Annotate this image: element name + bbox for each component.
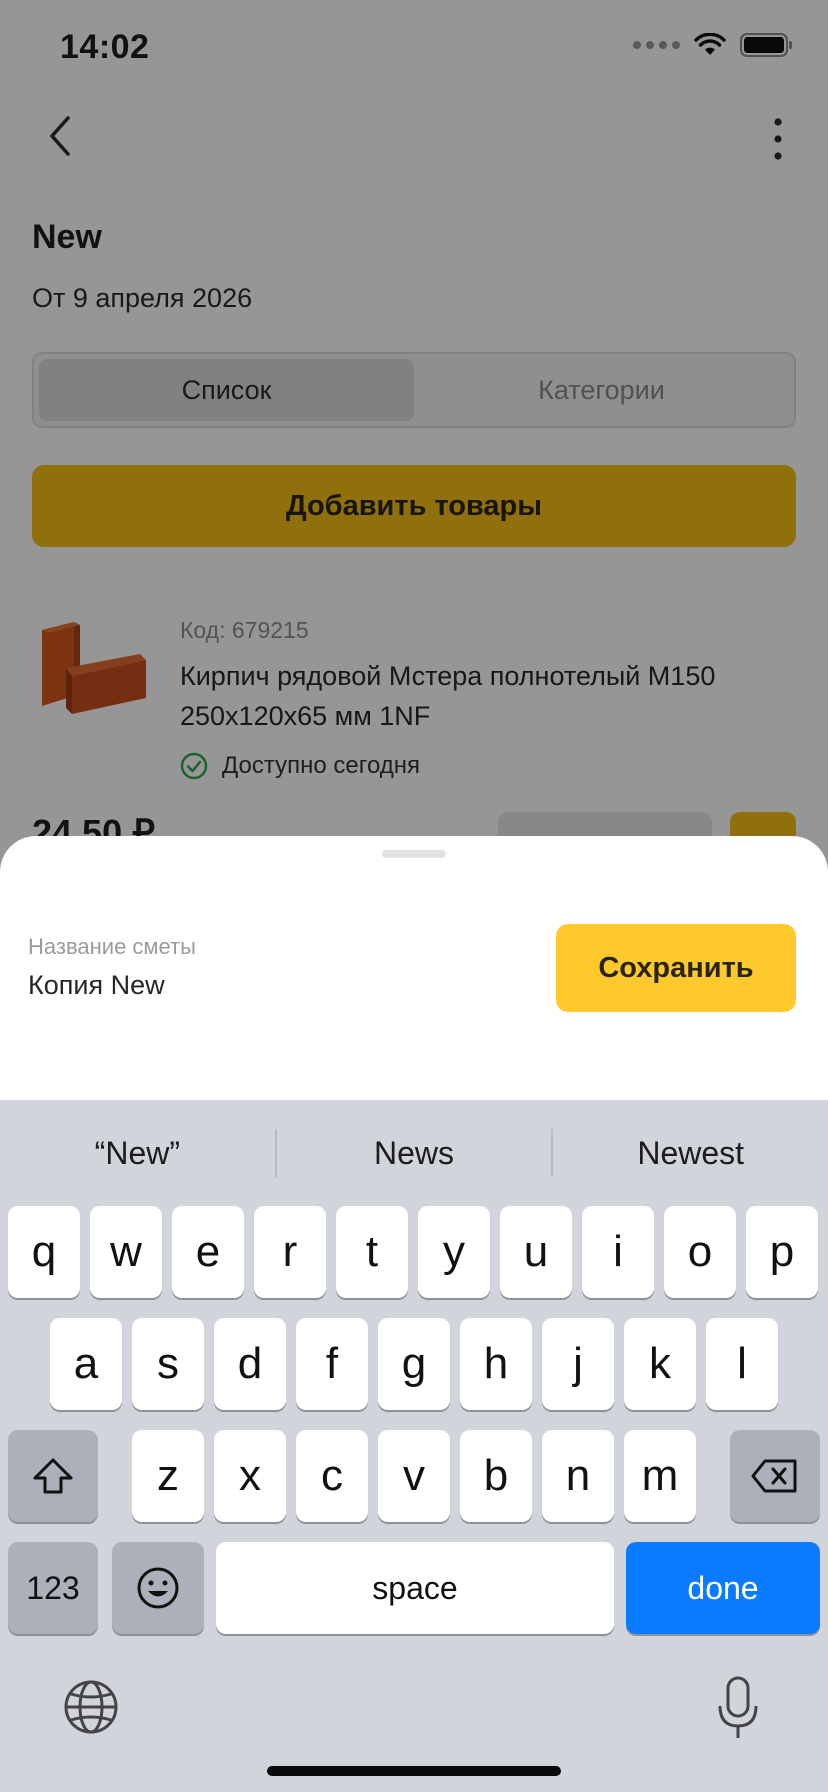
key-letter[interactable]: f [296,1318,368,1410]
key-letter[interactable]: m [624,1430,696,1522]
microphone-icon[interactable] [716,1676,760,1740]
key-letter[interactable]: i [582,1206,654,1298]
space-key[interactable]: space [216,1542,614,1634]
suggestion-bar: “New” News Newest [0,1100,828,1206]
key-letter[interactable]: d [214,1318,286,1410]
key-letter[interactable]: g [378,1318,450,1410]
key-letter[interactable]: n [542,1430,614,1522]
suggestion-item[interactable]: “New” [0,1135,275,1172]
key-letter[interactable]: c [296,1430,368,1522]
key-letter[interactable]: y [418,1206,490,1298]
key-letter[interactable]: v [378,1430,450,1522]
key-letter[interactable]: t [336,1206,408,1298]
key-letter[interactable]: z [132,1430,204,1522]
key-letter[interactable]: o [664,1206,736,1298]
estimate-name-input[interactable]: Копия New [28,970,165,1001]
ios-keyboard: “New” News Newest q w e r t y u i o p a … [0,1100,828,1792]
key-letter[interactable]: h [460,1318,532,1410]
key-letter[interactable]: p [746,1206,818,1298]
save-button[interactable]: Сохранить [556,924,796,1012]
shift-arrow-icon [33,1458,73,1494]
key-letter[interactable]: s [132,1318,204,1410]
key-letter[interactable]: k [624,1318,696,1410]
key-letter[interactable]: e [172,1206,244,1298]
home-indicator [267,1766,561,1776]
key-letter[interactable]: u [500,1206,572,1298]
key-letter[interactable]: j [542,1318,614,1410]
key-letter[interactable]: b [460,1430,532,1522]
estimate-name-label: Название сметы [28,934,196,959]
done-key[interactable]: done [626,1542,820,1634]
key-letter[interactable]: x [214,1430,286,1522]
emoji-icon [137,1567,179,1609]
backspace-key[interactable] [730,1430,820,1522]
globe-icon[interactable] [62,1678,120,1736]
key-letter[interactable]: l [706,1318,778,1410]
rename-bottom-sheet: Название сметы Копия New Сохранить “New”… [0,836,828,1792]
key-letter[interactable]: q [8,1206,80,1298]
key-letter[interactable]: w [90,1206,162,1298]
suggestion-item[interactable]: News [277,1135,552,1172]
backspace-icon [751,1459,797,1493]
key-letter[interactable]: a [50,1318,122,1410]
emoji-key[interactable] [112,1542,204,1634]
numbers-key[interactable]: 123 [8,1542,98,1634]
suggestion-item[interactable]: Newest [553,1135,828,1172]
sheet-grabber[interactable] [382,850,446,858]
key-letter[interactable]: r [254,1206,326,1298]
shift-key[interactable] [8,1430,98,1522]
